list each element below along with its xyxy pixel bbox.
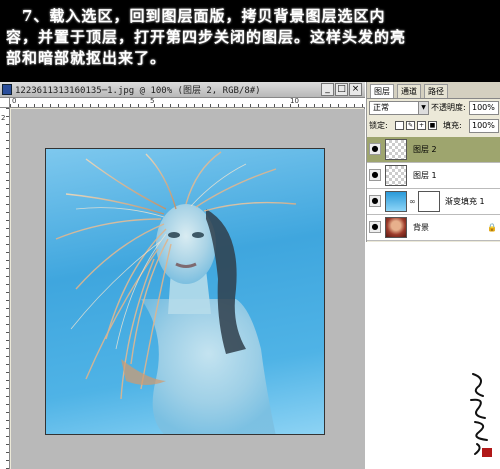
- layer-row[interactable]: ● 图层 1: [367, 163, 500, 189]
- ruler-origin[interactable]: [0, 98, 10, 108]
- link-icon[interactable]: ∞: [409, 197, 416, 206]
- fill-label: 填充:: [443, 121, 462, 130]
- lock-position-icon[interactable]: +: [417, 121, 426, 130]
- ruler-h-label: 5: [150, 97, 155, 105]
- caption-line-1: 7、载入选区，回到图层面版，拷贝背景图层选区内: [6, 7, 386, 25]
- maximize-button[interactable]: □: [335, 83, 348, 96]
- portrait-illustration: [55, 151, 297, 434]
- background-thumbnail: [385, 217, 407, 238]
- gradient-fill-thumbnail: [385, 191, 407, 212]
- eye-icon[interactable]: ●: [369, 169, 381, 181]
- close-button[interactable]: ×: [349, 83, 362, 96]
- opacity-label: 不透明度:: [431, 103, 466, 112]
- signature-mark: [470, 373, 492, 457]
- eye-icon[interactable]: ●: [369, 221, 381, 233]
- blend-mode-value: 正常: [373, 103, 389, 112]
- blend-row: 正常 ▼ 不透明度: 100%: [369, 101, 499, 117]
- vertical-ruler[interactable]: 2: [0, 108, 10, 469]
- horizontal-ruler[interactable]: 0 5 10: [10, 97, 365, 108]
- eye-icon[interactable]: ●: [369, 143, 381, 155]
- chevron-down-icon: ▼: [418, 102, 428, 114]
- caption-line-3: 部和暗部就抠出来了。: [6, 49, 167, 67]
- photoshop-icon: [2, 84, 12, 95]
- ruler-h-label: 0: [12, 97, 17, 105]
- panel-tabs: 图层 通道 路径: [367, 82, 500, 99]
- tab-channels[interactable]: 通道: [397, 84, 421, 98]
- caption-line-2: 容，并置于顶层，打开第四步关闭的图层。这样头发的亮: [6, 28, 407, 46]
- eye-icon[interactable]: ●: [369, 195, 381, 207]
- layer-row[interactable]: ● ∞ 渐变填充 1: [367, 189, 500, 215]
- fill-input[interactable]: 100%: [469, 119, 499, 133]
- document-titlebar[interactable]: 1223611313160135─1.jpg @ 100% (图层 2, RGB…: [0, 82, 365, 98]
- layer-row[interactable]: ● 背景 🔒: [367, 215, 500, 241]
- layer-mask-thumbnail[interactable]: [418, 191, 440, 212]
- layer-thumbnail: [385, 165, 407, 186]
- blend-mode-select[interactable]: 正常 ▼: [369, 101, 429, 115]
- minimize-button[interactable]: _: [321, 83, 334, 96]
- ruler-v-label: 2: [1, 114, 6, 122]
- layers-panel: 图层 通道 路径 正常 ▼ 不透明度: 100% 锁定: ✎ + ■ 填充: 1…: [366, 82, 500, 242]
- tab-layers[interactable]: 图层: [370, 84, 394, 98]
- opacity-input[interactable]: 100%: [469, 101, 499, 115]
- lock-all-icon[interactable]: ■: [428, 121, 437, 130]
- layer-thumbnail: [385, 139, 407, 160]
- instruction-caption: 7、载入选区，回到图层面版，拷贝背景图层选区内 容，并置于顶层，打开第四步关闭的…: [0, 0, 500, 82]
- lock-pixels-icon[interactable]: ✎: [406, 121, 415, 130]
- lock-row: 锁定: ✎ + ■ 填充: 100%: [369, 119, 499, 135]
- layer-name: 背景: [413, 223, 429, 232]
- layer-name: 图层 2: [413, 145, 437, 154]
- tab-paths[interactable]: 路径: [424, 84, 448, 98]
- lock-label: 锁定:: [369, 121, 388, 130]
- layer-name: 渐变填充 1: [445, 197, 485, 206]
- lock-icon: 🔒: [487, 223, 497, 232]
- layer-row[interactable]: ● 图层 2: [367, 137, 500, 163]
- document-title: 1223611313160135─1.jpg @ 100% (图层 2, RGB…: [15, 86, 261, 96]
- ruler-h-label: 10: [290, 97, 299, 105]
- lock-transparency-icon[interactable]: [395, 121, 404, 130]
- composited-image[interactable]: [45, 148, 325, 435]
- layer-name: 图层 1: [413, 171, 437, 180]
